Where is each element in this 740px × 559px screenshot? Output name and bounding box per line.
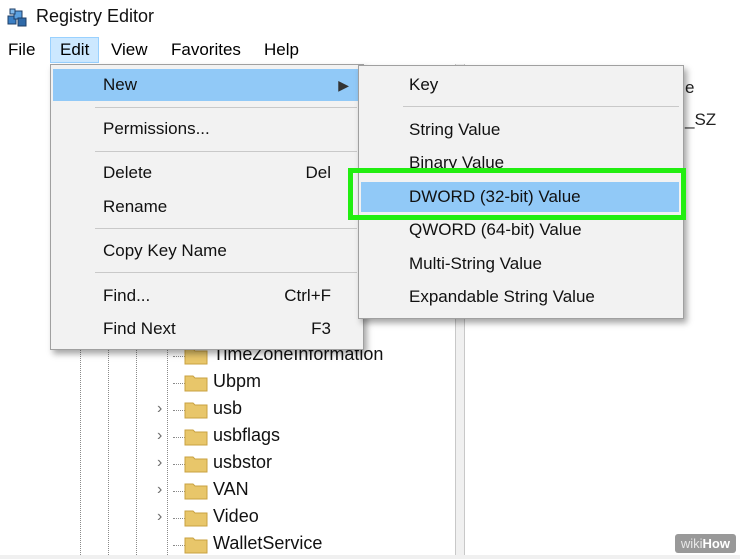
tree-item-label: Video xyxy=(213,506,259,526)
menu-file[interactable]: File xyxy=(8,38,35,62)
tree-item[interactable]: › Video xyxy=(155,505,445,532)
watermark-brand: How xyxy=(702,536,730,551)
menu-separator xyxy=(95,272,357,273)
window-title: Registry Editor xyxy=(36,6,155,26)
menu-favorites[interactable]: Favorites xyxy=(171,38,241,62)
tree-item[interactable]: › usbflags xyxy=(155,424,445,451)
menu-item-label: Expandable String Value xyxy=(409,287,595,306)
edit-menu-item-new[interactable]: New ▶ xyxy=(53,69,359,101)
menu-item-label: Delete xyxy=(103,163,153,182)
edit-menu-item-copy-key-name[interactable]: Copy Key Name xyxy=(53,235,359,267)
menu-edit[interactable]: Edit xyxy=(50,37,100,63)
tree-item-label: usbstor xyxy=(213,452,273,472)
folder-icon xyxy=(184,402,208,419)
tree-item-label: WalletService xyxy=(213,533,323,553)
value-pane-text: e xyxy=(685,78,695,97)
chevron-right-icon[interactable]: › xyxy=(157,454,162,472)
menu-help[interactable]: Help xyxy=(264,38,299,62)
menu-item-label: Permissions... xyxy=(103,119,210,138)
chevron-right-icon[interactable]: › xyxy=(157,400,162,418)
watermark-prefix: wiki xyxy=(680,536,703,551)
value-pane-text: _SZ xyxy=(685,110,717,129)
folder-icon xyxy=(184,429,208,446)
edit-menu-item-find-next[interactable]: Find Next F3 xyxy=(53,313,359,345)
menu-item-label: Multi-String Value xyxy=(409,254,542,273)
menu-bar: File Edit View Favorites Help xyxy=(0,36,740,64)
registry-cubes-icon xyxy=(7,8,27,27)
chevron-right-icon[interactable]: › xyxy=(157,508,162,526)
edit-menu-item-delete[interactable]: Delete Del xyxy=(53,157,359,189)
menu-view[interactable]: View xyxy=(111,38,148,62)
menu-separator xyxy=(95,228,357,229)
tree-item-label: usb xyxy=(213,398,243,418)
menu-item-label: String Value xyxy=(409,120,501,139)
menu-item-label: Find... xyxy=(103,286,151,305)
chevron-right-icon[interactable]: › xyxy=(157,481,162,499)
folder-icon xyxy=(184,510,208,527)
title-bar: Registry Editor xyxy=(0,0,740,36)
menu-item-shortcut: F3 xyxy=(311,319,331,338)
edit-menu-item-find[interactable]: Find... Ctrl+F xyxy=(53,280,359,312)
menu-item-label: Rename xyxy=(103,197,168,216)
tree-item[interactable]: Ubpm xyxy=(155,370,445,397)
tree-item[interactable]: › usbstor xyxy=(155,451,445,478)
submenu-item-multi-string-value[interactable]: Multi-String Value xyxy=(361,249,679,279)
menu-separator xyxy=(95,107,357,108)
menu-item-shortcut: Del xyxy=(305,163,331,182)
menu-separator xyxy=(95,151,357,152)
menu-item-label: Copy Key Name xyxy=(103,241,227,260)
menu-separator xyxy=(403,106,679,107)
chevron-right-icon[interactable]: › xyxy=(157,427,162,445)
submenu-item-expandable-string-value[interactable]: Expandable String Value xyxy=(361,282,679,312)
highlight-callout-box xyxy=(348,168,686,220)
chevron-right-icon: ▶ xyxy=(338,77,349,93)
tree-item-label: usbflags xyxy=(213,425,281,445)
edit-menu: New ▶ Permissions... Delete Del Rename C… xyxy=(50,64,364,350)
menu-item-label: New xyxy=(103,75,138,94)
submenu-item-key[interactable]: Key xyxy=(361,70,679,100)
menu-item-label: Key xyxy=(409,75,439,94)
folder-icon xyxy=(184,456,208,473)
edit-menu-item-rename[interactable]: Rename xyxy=(53,191,359,223)
tree-item-label: VAN xyxy=(213,479,249,499)
submenu-item-string-value[interactable]: String Value xyxy=(361,115,679,145)
folder-icon xyxy=(184,537,208,554)
wikihow-watermark: wikiHow xyxy=(674,534,736,553)
edit-menu-item-permissions[interactable]: Permissions... xyxy=(53,113,359,145)
menu-item-shortcut: Ctrl+F xyxy=(284,286,331,305)
folder-icon xyxy=(184,375,208,392)
folder-icon xyxy=(184,483,208,500)
menu-item-label: Find Next xyxy=(103,319,176,338)
tree-item[interactable]: › VAN xyxy=(155,478,445,505)
tree-item-label: Ubpm xyxy=(213,371,262,391)
tree-item[interactable]: › usb xyxy=(155,397,445,424)
